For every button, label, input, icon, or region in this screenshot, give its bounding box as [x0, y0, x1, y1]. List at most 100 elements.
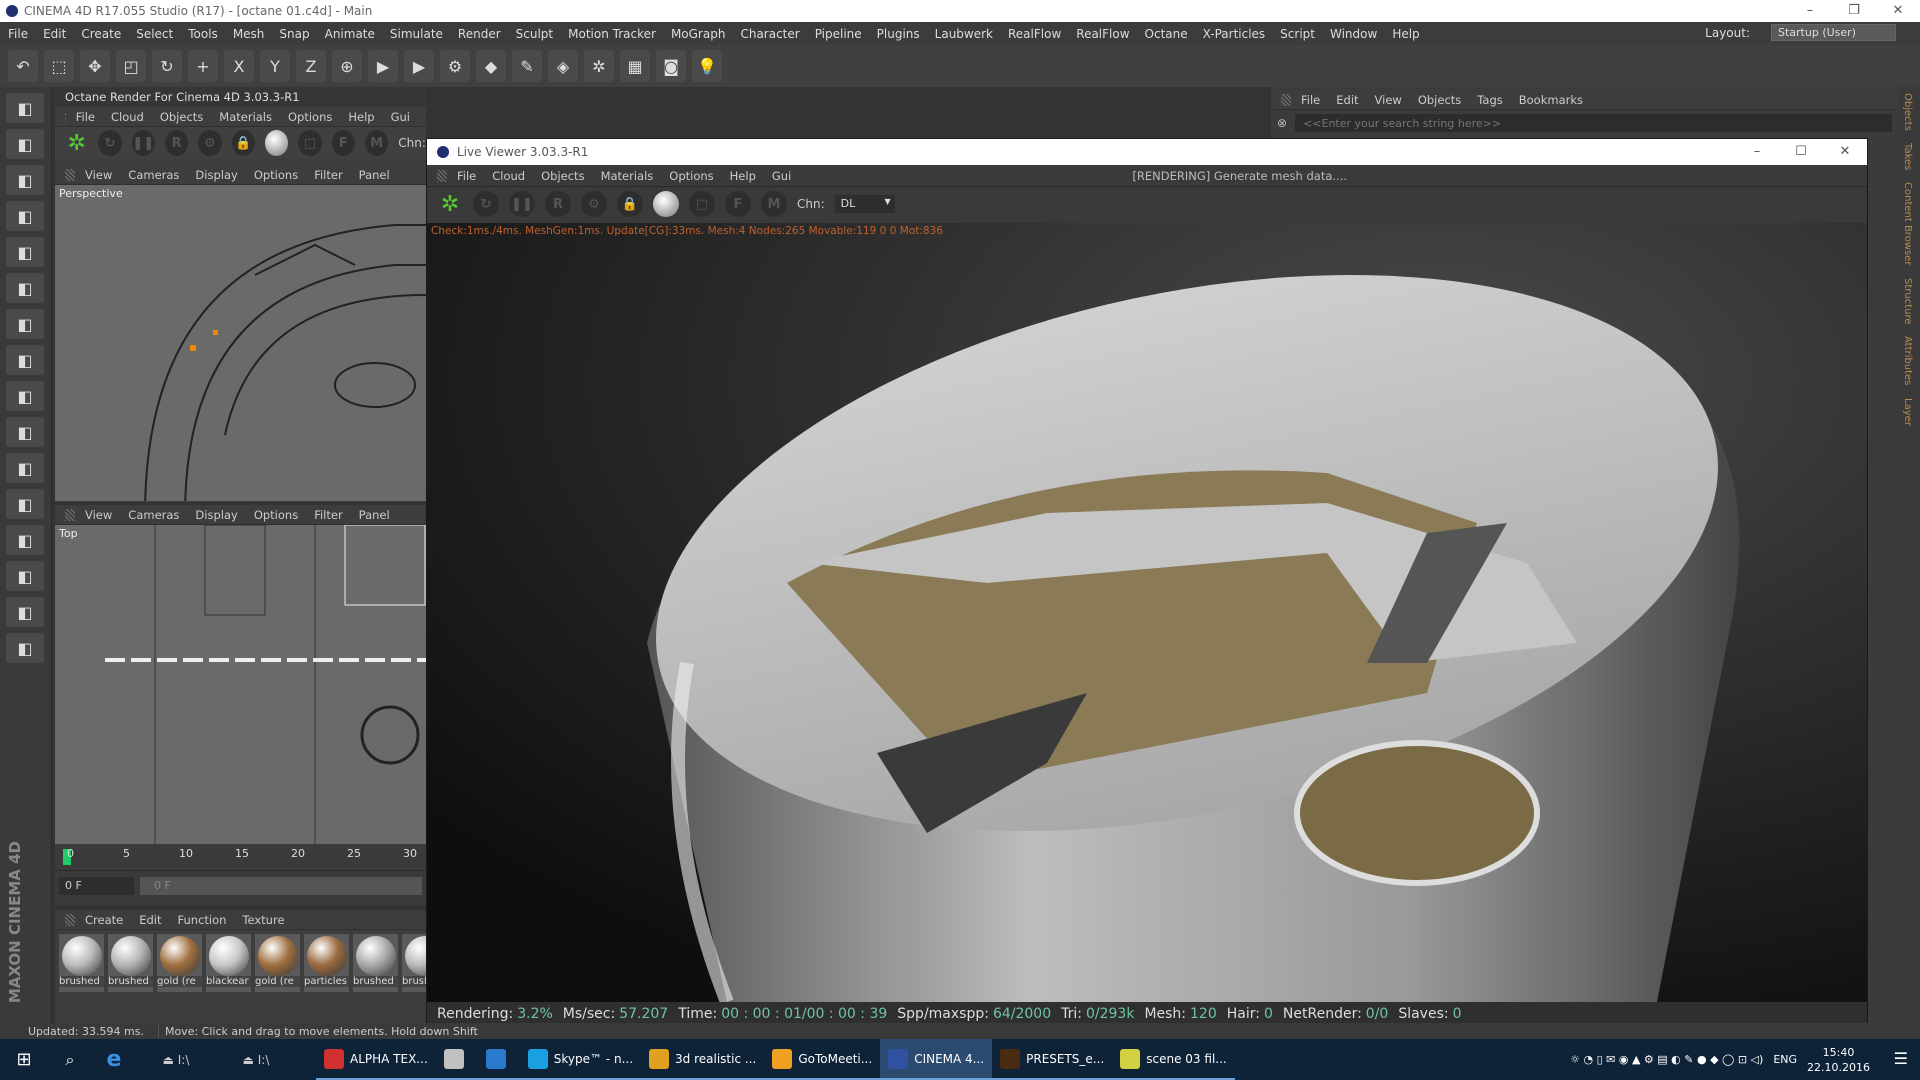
octane-start-icon[interactable]: ✲ [65, 130, 88, 156]
menu-objects[interactable]: Objects [1418, 93, 1461, 107]
lock-icon[interactable]: 🔒 [231, 130, 255, 156]
menu-filter[interactable]: Filter [314, 508, 342, 522]
current-frame-field[interactable]: 0 F [59, 877, 134, 895]
restore-button[interactable]: ❐ [1832, 0, 1876, 22]
clock[interactable]: 15:40 22.10.2016 [1807, 1045, 1870, 1075]
layout-dropdown[interactable]: Startup (User) [1771, 24, 1896, 41]
lv-maximize-button[interactable]: ☐ [1779, 141, 1823, 163]
restart-icon[interactable]: ↻ [98, 130, 122, 156]
settings-icon[interactable]: ⚙ [198, 130, 222, 156]
menu-tools[interactable]: Tools [188, 27, 218, 41]
rotate-icon[interactable]: ↻ [152, 50, 182, 82]
taskbar-item[interactable]: Skype™ - n... [519, 1039, 642, 1080]
material-ball-icon[interactable] [653, 191, 679, 217]
side-tab-attributes[interactable]: Attributes [1898, 330, 1917, 391]
octane-start-icon[interactable]: ✲ [437, 191, 463, 217]
menu-objects[interactable]: Objects [160, 110, 203, 124]
material-pick-icon[interactable]: M [364, 130, 389, 156]
edge-icon[interactable]: e [92, 1047, 136, 1072]
render-settings-icon[interactable]: ⚙ [440, 50, 470, 82]
menu-file[interactable]: File [8, 27, 28, 41]
menu-options[interactable]: Options [254, 168, 298, 182]
side-tab-content-browser[interactable]: Content Browser [1898, 176, 1917, 271]
array-icon[interactable]: ✲ [584, 50, 614, 82]
menu-cloud[interactable]: Cloud [492, 169, 525, 183]
minimize-button[interactable]: – [1788, 0, 1832, 22]
axis-icon[interactable]: ◧ [6, 309, 44, 339]
menu-window[interactable]: Window [1330, 27, 1377, 41]
menu-realflow[interactable]: RealFlow [1076, 27, 1129, 41]
camera-icon[interactable]: ◙ [656, 50, 686, 82]
menu-options[interactable]: Options [254, 508, 298, 522]
clay-icon[interactable]: □ [298, 130, 322, 156]
lv-minimize-button[interactable]: – [1735, 141, 1779, 163]
material-item[interactable]: gold (re [255, 934, 300, 992]
side-tab-structure[interactable]: Structure [1898, 272, 1917, 331]
clay-icon[interactable]: □ [689, 191, 715, 217]
undo-icon[interactable]: ↶ [8, 50, 38, 82]
menu-display[interactable]: Display [195, 508, 237, 522]
side-tab-layer[interactable]: Layer [1898, 392, 1917, 432]
timeline-ruler[interactable]: 0 5 10 15 20 25 30 [55, 845, 426, 871]
menu-filter[interactable]: Filter [314, 168, 342, 182]
snap-icon[interactable]: ◧ [6, 381, 44, 411]
render-view-icon[interactable]: ▶ [368, 50, 398, 82]
taskbar-item[interactable]: GoToMeeti... [764, 1039, 881, 1080]
menu-motion-tracker[interactable]: Motion Tracker [568, 27, 656, 41]
menu-character[interactable]: Character [740, 27, 799, 41]
menu-objects[interactable]: Objects [541, 169, 584, 183]
menu-octane[interactable]: Octane [1145, 27, 1188, 41]
perspective-viewport[interactable]: Perspective [55, 185, 426, 501]
scale-icon[interactable]: ◰ [116, 50, 146, 82]
material-item[interactable]: particles [304, 934, 349, 992]
side-tab-objects[interactable]: Objects [1898, 87, 1917, 137]
material-pick-icon[interactable]: M [761, 191, 787, 217]
material-item[interactable]: brushed [59, 934, 104, 992]
add-icon[interactable]: + [188, 50, 218, 82]
menu-help[interactable]: Help [730, 169, 756, 183]
material-item[interactable]: blackear [206, 934, 251, 992]
taskbar-item[interactable]: 3d realistic ... [641, 1039, 765, 1080]
menu-help[interactable]: Help [348, 110, 374, 124]
side-tab-takes[interactable]: Takes [1898, 137, 1917, 176]
menu-options[interactable]: Options [288, 110, 332, 124]
points-icon[interactable]: ◧ [6, 201, 44, 231]
texture-mode-icon[interactable]: ◧ [6, 129, 44, 159]
usb-drive-icon[interactable]: ⏏ I:\ [216, 1053, 296, 1067]
clear-search-icon[interactable]: ⊗ [1277, 116, 1287, 130]
menu-cameras[interactable]: Cameras [128, 508, 179, 522]
taskbar-item[interactable] [435, 1039, 478, 1080]
lv-close-button[interactable]: ✕ [1823, 141, 1867, 163]
menu-realflow[interactable]: RealFlow [1008, 27, 1061, 41]
menu-sculpt[interactable]: Sculpt [516, 27, 553, 41]
edges-icon[interactable]: ◧ [6, 237, 44, 267]
search-icon[interactable]: ⌕ [48, 1050, 92, 1070]
menu-script[interactable]: Script [1280, 27, 1315, 41]
menu-cameras[interactable]: Cameras [128, 168, 179, 182]
ring-icon[interactable]: ◧ [6, 597, 44, 627]
tweak-icon[interactable]: ◧ [6, 345, 44, 375]
quantize-icon[interactable]: ◧ [6, 489, 44, 519]
taskbar-item[interactable]: ALPHA TEX... [316, 1039, 436, 1080]
region-icon[interactable]: R [164, 130, 189, 156]
layout-selector[interactable]: Layout: Startup (User) [1705, 24, 1896, 41]
menu-panel[interactable]: Panel [359, 508, 390, 522]
focus-pick-icon[interactable]: F [331, 130, 355, 156]
move-icon[interactable]: ✥ [80, 50, 110, 82]
restart-icon[interactable]: ↻ [473, 191, 499, 217]
taskbar-item[interactable]: PRESETS_e... [992, 1039, 1113, 1080]
sculpt-icon[interactable]: ◧ [6, 561, 44, 591]
region-icon[interactable]: R [545, 191, 571, 217]
channel-dropdown[interactable]: DL ▼ [834, 195, 895, 213]
world-coord-icon[interactable]: ⊕ [332, 50, 362, 82]
cube-icon[interactable]: ◆ [476, 50, 506, 82]
menu-simulate[interactable]: Simulate [390, 27, 443, 41]
menu-help[interactable]: Help [1392, 27, 1419, 41]
top-viewport[interactable]: Top [55, 525, 426, 844]
pen-icon[interactable]: ✎ [512, 50, 542, 82]
y-axis-icon[interactable]: Y [260, 50, 290, 82]
menu-laubwerk[interactable]: Laubwerk [935, 27, 993, 41]
menu-create[interactable]: Create [81, 27, 121, 41]
close-button[interactable]: ✕ [1876, 0, 1920, 22]
menu-options[interactable]: Options [669, 169, 713, 183]
